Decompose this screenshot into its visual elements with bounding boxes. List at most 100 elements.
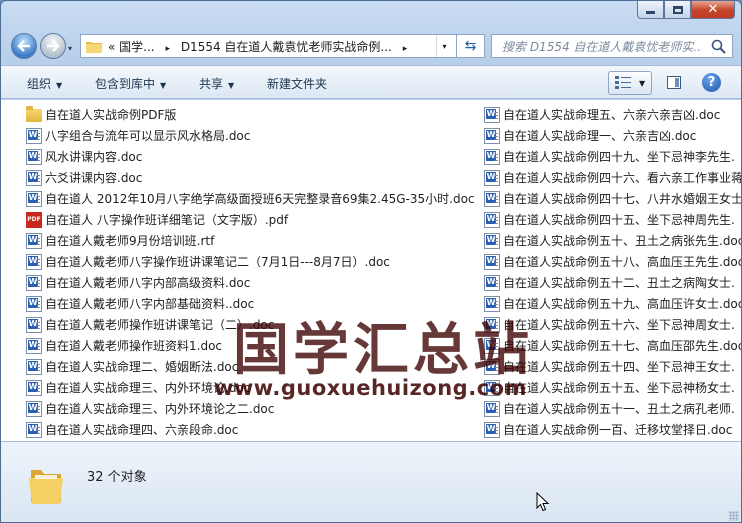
- word-document-icon: [26, 127, 42, 144]
- word-document-icon: [26, 400, 42, 417]
- word-document-icon: [26, 316, 42, 333]
- address-bar[interactable]: « 国学... ▸ D1554 自在道人戴袁忧老师实战命例... ▸ ▾ ⇆: [80, 34, 485, 58]
- word-document-icon: [484, 148, 500, 165]
- file-item[interactable]: 自在道人实战命例五十五、坐下忌神杨女士.: [484, 377, 741, 398]
- word-document-icon: [26, 295, 42, 312]
- file-item[interactable]: 自在道人实战命例五十四、坐下忌神王女士.: [484, 356, 741, 377]
- close-button[interactable]: ✕: [691, 1, 735, 19]
- breadcrumb-current[interactable]: D1554 自在道人戴袁忧老师实战命例...: [181, 40, 392, 54]
- resize-grip[interactable]: [729, 511, 739, 521]
- file-item[interactable]: 自在道人实战命例五十七、高血压邵先生.doc: [484, 335, 741, 356]
- object-count: 32 个对象: [87, 470, 147, 485]
- word-document-icon: [26, 274, 42, 291]
- word-document-icon: [26, 169, 42, 186]
- maximize-icon: [672, 5, 683, 14]
- file-item[interactable]: 自在道人戴老师操作班讲课笔记（二）.doc: [26, 314, 481, 335]
- word-document-icon: [26, 148, 42, 165]
- word-document-icon: [26, 358, 42, 375]
- file-item[interactable]: 自在道人实战命理一、六亲吉凶.doc: [484, 125, 741, 146]
- word-document-icon: [484, 358, 500, 375]
- file-name: 自在道人实战命例五十八、高血压王先生.doc: [503, 255, 742, 269]
- breadcrumb-separator-end[interactable]: ▸: [403, 44, 408, 54]
- preview-pane-icon[interactable]: [667, 76, 681, 89]
- share-button[interactable]: 共享 ▼: [199, 75, 234, 92]
- chevron-down-icon: ▼: [56, 81, 63, 90]
- organize-button[interactable]: 组织 ▼: [27, 75, 62, 92]
- file-item[interactable]: 自在道人实战命理三、内外环境论.doc: [26, 377, 481, 398]
- word-document-icon: [484, 232, 500, 249]
- search-icon[interactable]: [711, 39, 726, 54]
- file-item[interactable]: 自在道人实战命例五十九、高血压许女士.doc: [484, 293, 741, 314]
- file-item[interactable]: 风水讲课内容.doc: [26, 146, 481, 167]
- file-item[interactable]: 自在道人戴老师9月份培训班.rtf: [26, 230, 481, 251]
- file-item[interactable]: 自在道人实战命理四、六亲段命.doc: [26, 419, 481, 440]
- file-name: 自在道人实战命理一、六亲吉凶.doc: [503, 129, 697, 143]
- include-in-library-button[interactable]: 包含到库中 ▼: [95, 75, 166, 92]
- file-item[interactable]: 自在道人实战命例四十五、坐下忌神周先生.: [484, 209, 741, 230]
- file-item[interactable]: 自在道人 2012年10月八字绝学高级面授班6天完整录音69集2.45G-35小…: [26, 188, 481, 209]
- file-name: 自在道人 八字操作班详细笔记（文字版）.pdf: [45, 213, 289, 227]
- breadcrumb: « 国学... ▸ D1554 自在道人戴袁忧老师实战命例... ▸: [108, 38, 414, 55]
- file-list: 自在道人实战命例PDF版八字组合与流年可以显示风水格局.doc 风水讲课内容.do…: [1, 100, 742, 441]
- file-item[interactable]: 自在道人实战命例一百、迁移坟堂择日.doc: [484, 419, 741, 440]
- view-dropdown-icon[interactable]: ▼: [639, 79, 645, 88]
- breadcrumb-separator[interactable]: ▸: [165, 44, 170, 54]
- file-name: 自在道人实战命例一百、迁移坟堂择日.doc: [503, 423, 733, 437]
- file-item[interactable]: 自在道人实战命例五十八、高血压王先生.doc: [484, 251, 742, 272]
- word-document-icon: [26, 253, 42, 270]
- file-name: 自在道人实战命例PDF版: [45, 108, 177, 122]
- refresh-button[interactable]: ⇆: [456, 35, 484, 57]
- file-item[interactable]: 自在道人实战命例五十六、坐下忌神周女士.: [484, 314, 741, 335]
- share-label: 共享: [199, 77, 224, 91]
- file-item[interactable]: 自在道人戴老师八字内部基础资料..doc: [26, 293, 481, 314]
- folder-large-icon: [29, 470, 63, 504]
- file-item[interactable]: 自在道人实战命理二、婚姻断法.doc: [26, 356, 481, 377]
- file-item[interactable]: 自在道人戴老师八字操作班讲课笔记二（7月1日---8月7日）.doc: [26, 251, 481, 272]
- forward-arrow-icon: [47, 40, 60, 52]
- back-arrow-icon: [17, 40, 30, 52]
- file-name: 自在道人实战命例四十六、看六亲工作事业蒋: [503, 171, 742, 185]
- file-name: 自在道人戴老师操作班资料1.doc: [45, 339, 223, 353]
- details-pane: 32 个对象: [1, 441, 741, 522]
- maximize-button[interactable]: [664, 1, 691, 19]
- minimize-button[interactable]: [637, 1, 664, 19]
- file-item[interactable]: 自在道人实战命例四十七、八井水婚姻王女士: [484, 188, 741, 209]
- search-input[interactable]: 搜索 D1554 自在道人戴袁忧老师实...: [502, 38, 702, 55]
- file-name: 自在道人实战命例五十四、坐下忌神王女士.: [503, 360, 735, 374]
- file-item[interactable]: 自在道人实战命例四十六、看六亲工作事业蒋: [484, 167, 742, 188]
- breadcrumb-root[interactable]: 国学...: [119, 40, 154, 54]
- file-item[interactable]: 六爻讲课内容.doc: [26, 167, 481, 188]
- file-item[interactable]: 自在道人戴老师操作班资料1.doc: [26, 335, 481, 356]
- file-column-left: 自在道人实战命例PDF版八字组合与流年可以显示风水格局.doc 风水讲课内容.do…: [26, 104, 481, 440]
- file-item[interactable]: 自在道人实战命例五十一、丑土之病孔老师.: [484, 398, 741, 419]
- new-folder-button[interactable]: 新建文件夹: [267, 75, 327, 92]
- address-dropdown[interactable]: ▾: [436, 35, 452, 57]
- file-item[interactable]: 自在道人实战命例五十、丑土之病张先生.doc: [484, 230, 741, 251]
- file-name: 自在道人戴老师操作班讲课笔记（二）.doc: [45, 318, 275, 332]
- file-name: 自在道人戴老师9月份培训班.rtf: [45, 234, 215, 248]
- recent-pages-dropdown[interactable]: ▾: [68, 44, 72, 53]
- file-item[interactable]: 八字组合与流年可以显示风水格局.doc: [26, 125, 481, 146]
- file-item[interactable]: 自在道人实战命例五十二、丑土之病陶女士.: [484, 272, 741, 293]
- file-name: 自在道人实战命理三、内外环境论.doc: [45, 381, 251, 395]
- forward-button[interactable]: [40, 33, 66, 59]
- file-item[interactable]: PDF 自在道人 八字操作班详细笔记（文字版）.pdf: [26, 209, 481, 230]
- file-item[interactable]: 自在道人实战命理三、内外环境论之二.doc: [26, 398, 481, 419]
- word-document-icon: [484, 106, 500, 123]
- change-view-button[interactable]: ▼: [608, 71, 652, 95]
- file-item[interactable]: 自在道人戴老师八字内部高级资料.doc: [26, 272, 481, 293]
- back-button[interactable]: [11, 33, 37, 59]
- search-box[interactable]: 搜索 D1554 自在道人戴袁忧老师实...: [491, 34, 733, 58]
- file-item[interactable]: 自在道人实战命例四十九、坐下忌神李先生.: [484, 146, 741, 167]
- file-name: 自在道人实战命例四十五、坐下忌神周先生.: [503, 213, 735, 227]
- organize-label: 组织: [27, 77, 52, 91]
- breadcrumb-chevron[interactable]: «: [108, 40, 115, 54]
- new-folder-label: 新建文件夹: [267, 77, 328, 91]
- word-document-icon: [484, 190, 500, 207]
- word-document-icon: [484, 211, 500, 228]
- file-item[interactable]: 自在道人实战命理五、六亲六亲吉凶.doc: [484, 104, 741, 125]
- navigation-bar: ▾ « 国学... ▸ D1554 自在道人戴袁忧老师实战命例... ▸ ▾ ⇆…: [1, 29, 741, 63]
- help-icon[interactable]: ?: [702, 73, 721, 92]
- mouse-cursor-icon: [536, 492, 550, 512]
- folder-item[interactable]: 自在道人实战命例PDF版: [26, 104, 481, 125]
